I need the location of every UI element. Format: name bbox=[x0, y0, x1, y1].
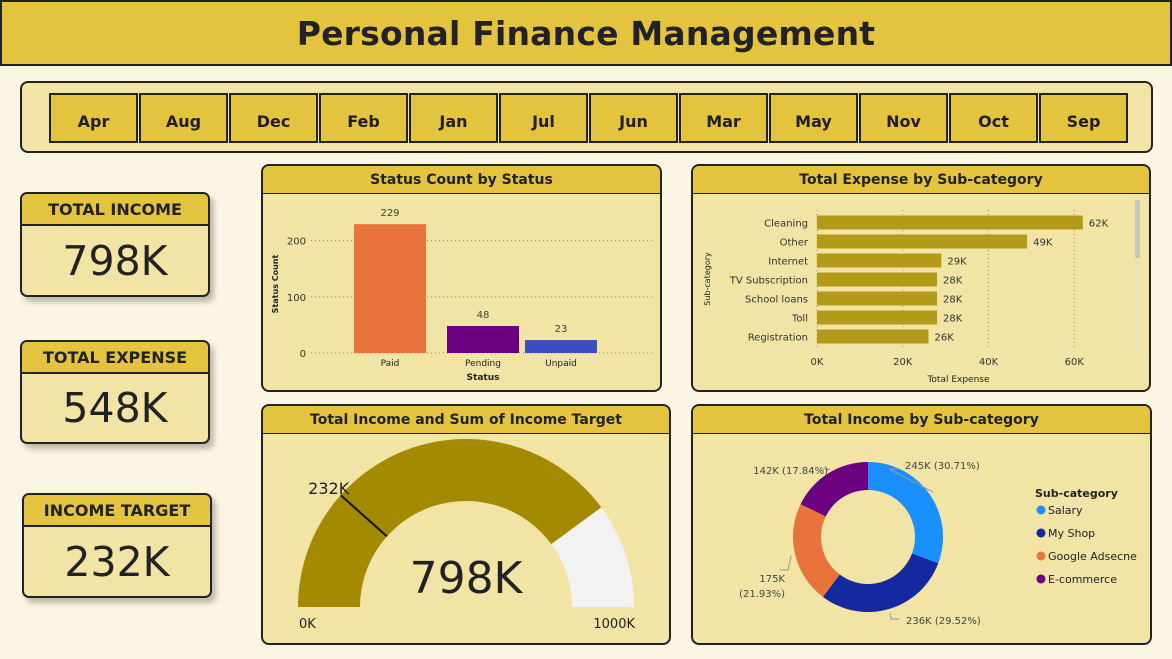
legend-item-salary: Salary bbox=[1048, 504, 1083, 517]
y-tick-label: Registration bbox=[748, 333, 808, 344]
total-expense-label: TOTAL EXPENSE bbox=[22, 342, 208, 374]
income-target-label: INCOME TARGET bbox=[24, 495, 210, 527]
y-tick-label: 200 bbox=[287, 237, 306, 248]
status-count-panel: Status Count by Status 0 100 200 229 Paid 48 P… bbox=[261, 164, 662, 392]
data-label: 28K bbox=[943, 295, 963, 306]
income-subcategory-panel: Total Income by Sub-category 245K (30.71… bbox=[691, 404, 1152, 645]
y-tick-label: Cleaning bbox=[764, 219, 808, 230]
month-button-mar[interactable]: Mar bbox=[679, 93, 768, 143]
bar-school-loans bbox=[817, 291, 938, 306]
legend-title: Sub-category bbox=[1035, 487, 1118, 500]
legend-swatch-my-shop bbox=[1036, 528, 1046, 538]
y-tick-label: Internet bbox=[768, 257, 808, 268]
donut-slice-google-adsecne bbox=[793, 504, 840, 597]
data-label: 62K bbox=[1089, 219, 1109, 230]
bar-toll bbox=[817, 310, 938, 325]
data-label: 236K (29.52%) bbox=[906, 616, 981, 627]
month-button-aug[interactable]: Aug bbox=[139, 93, 228, 143]
expense-subcategory-panel: Total Expense by Sub-category 0K 20K 40K 60… bbox=[691, 164, 1151, 392]
gauge-min-label: 0K bbox=[299, 617, 316, 632]
data-label: 29K bbox=[947, 257, 967, 268]
total-income-value: 798K bbox=[62, 236, 168, 285]
data-label: 23 bbox=[555, 324, 568, 335]
month-button-may[interactable]: May bbox=[769, 93, 858, 143]
y-tick-label: School loans bbox=[745, 295, 808, 306]
month-slicer: Apr Aug Dec Feb Jan Jul Jun Mar May Nov … bbox=[20, 81, 1153, 153]
data-label: 28K bbox=[943, 276, 963, 287]
bar-other bbox=[817, 234, 1028, 249]
x-axis-title: Total Expense bbox=[926, 375, 990, 385]
bar-cleaning bbox=[817, 215, 1083, 230]
legend-swatch-e-commerce bbox=[1036, 574, 1046, 584]
income-target-value: 232K bbox=[64, 537, 170, 586]
x-tick-label: Unpaid bbox=[545, 359, 577, 369]
income-target-card: INCOME TARGET 232K bbox=[22, 493, 212, 598]
x-tick-label: 20K bbox=[893, 357, 913, 368]
leader-line bbox=[889, 612, 899, 620]
legend-swatch-salary bbox=[1036, 505, 1046, 515]
leader-line bbox=[780, 555, 792, 571]
legend-swatch-google-adsecne bbox=[1036, 551, 1046, 561]
bar-paid bbox=[354, 224, 426, 353]
month-button-apr[interactable]: Apr bbox=[49, 93, 138, 143]
legend-item-my-shop: My Shop bbox=[1048, 527, 1095, 540]
legend-item-e-commerce: E-commerce bbox=[1048, 573, 1117, 586]
data-label: 175K bbox=[759, 574, 785, 585]
y-axis-title: Sub-category bbox=[703, 252, 712, 306]
data-label: 28K bbox=[943, 314, 963, 325]
income-subcategory-chart: 245K (30.71%) 236K (29.52%) 175K (21.93%) 14… bbox=[739, 461, 1137, 627]
y-tick-label: 0 bbox=[300, 349, 306, 360]
x-tick-label: Paid bbox=[381, 359, 400, 369]
data-label: 26K bbox=[934, 333, 954, 344]
income-gauge-chart: 232K 798K 0K 1000K bbox=[298, 439, 635, 632]
total-income-card: TOTAL INCOME 798K bbox=[20, 192, 210, 297]
donut-slice-my-shop bbox=[822, 553, 939, 612]
y-tick-label: Other bbox=[780, 238, 809, 249]
data-label: (21.93%) bbox=[739, 589, 785, 600]
y-tick-label: TV Subscription bbox=[729, 276, 808, 287]
x-tick-label: 40K bbox=[979, 357, 999, 368]
x-tick-label: 0K bbox=[811, 357, 824, 368]
page-title: Personal Finance Management bbox=[296, 13, 876, 53]
bar-pending bbox=[447, 326, 519, 353]
y-tick-label: 100 bbox=[287, 293, 306, 304]
data-label: 48 bbox=[477, 310, 490, 321]
y-axis-title: Status Count bbox=[271, 255, 280, 314]
status-count-chart: 0 100 200 229 Paid 48 Pending 23 Unpaid Status Sta… bbox=[271, 208, 655, 383]
data-label: 142K (17.84%) bbox=[753, 466, 828, 477]
gauge-value-label: 798K bbox=[410, 553, 524, 604]
month-button-feb[interactable]: Feb bbox=[319, 93, 408, 143]
title-bar: Personal Finance Management bbox=[0, 0, 1172, 66]
total-expense-value: 548K bbox=[62, 384, 168, 432]
data-label: 229 bbox=[380, 208, 399, 219]
month-button-nov[interactable]: Nov bbox=[859, 93, 948, 143]
month-button-jul[interactable]: Jul bbox=[499, 93, 588, 143]
bar-registration bbox=[817, 329, 929, 344]
data-label: 245K (30.71%) bbox=[905, 461, 980, 472]
x-tick-label: Pending bbox=[465, 359, 501, 369]
x-axis-title: Status bbox=[467, 373, 500, 383]
total-income-label: TOTAL INCOME bbox=[22, 194, 208, 226]
month-button-oct[interactable]: Oct bbox=[949, 93, 1038, 143]
scrollbar-thumb bbox=[1135, 200, 1140, 258]
gauge-max-label: 1000K bbox=[593, 617, 635, 632]
income-target-gauge-panel: Total Income and Sum of Income Target 23… bbox=[261, 404, 671, 645]
bar-unpaid bbox=[525, 340, 597, 353]
x-tick-label: 60K bbox=[1065, 357, 1085, 368]
gauge-target-label: 232K bbox=[308, 479, 350, 498]
month-button-jun[interactable]: Jun bbox=[589, 93, 678, 143]
month-button-dec[interactable]: Dec bbox=[229, 93, 318, 143]
bar-internet bbox=[817, 253, 942, 268]
expense-subcategory-chart: 0K 20K 40K 60K Cleaning 62K Other 49K Internet 29… bbox=[703, 200, 1140, 385]
month-button-sep[interactable]: Sep bbox=[1039, 93, 1128, 143]
y-tick-label: Toll bbox=[791, 314, 808, 325]
month-button-jan[interactable]: Jan bbox=[409, 93, 498, 143]
legend-item-google-adsecne: Google Adsecne bbox=[1048, 550, 1137, 563]
total-expense-card: TOTAL EXPENSE 548K bbox=[20, 340, 210, 444]
bar-tv-subscription bbox=[817, 272, 938, 287]
data-label: 49K bbox=[1033, 238, 1053, 249]
